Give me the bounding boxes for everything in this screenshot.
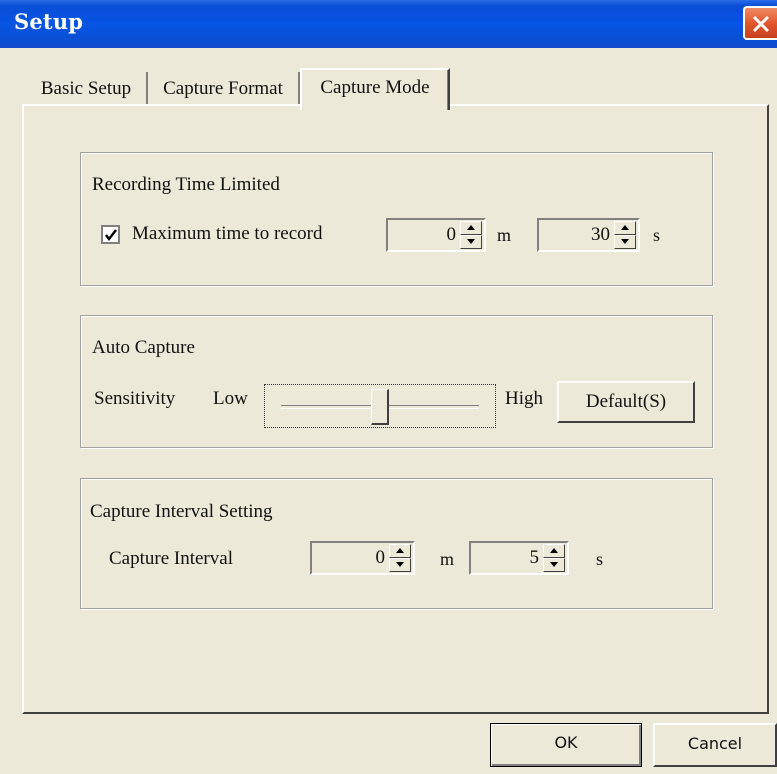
tab-capture-format[interactable]: Capture Format [148,72,300,106]
record-seconds-spinner[interactable]: 30 [537,218,640,252]
close-x-icon [752,15,770,33]
cancel-button[interactable]: Cancel [653,723,777,767]
default-button-label: Default(S) [585,391,667,412]
arrow-up-icon [621,225,629,230]
checkmark-icon [105,229,117,241]
capture-interval-group-label: Capture Interval Setting [90,501,273,522]
max-time-checkbox[interactable] [101,225,120,244]
tab-capture-mode[interactable]: Capture Mode [300,68,450,110]
title-bar: Setup [0,0,777,48]
sensitivity-label: Sensitivity [94,388,176,409]
sensitivity-slider[interactable] [264,384,496,428]
close-button[interactable] [743,6,777,40]
setup-dialog: Setup Basic Setup Capture Format Capture… [0,0,777,774]
interval-minutes-spinner[interactable]: 0 [310,541,415,575]
record-seconds-unit: s [653,225,661,245]
arrow-down-icon [396,562,404,567]
interval-minutes-unit: m [440,549,455,569]
record-minutes-unit: m [497,225,512,245]
interval-seconds-unit: s [596,549,604,569]
arrow-down-icon [550,562,558,567]
arrow-down-icon [621,239,629,244]
record-seconds-value: 30 [591,224,610,245]
default-button[interactable]: Default(S) [557,381,695,423]
sensitivity-low-label: Low [213,388,248,409]
arrow-up-icon [396,548,404,553]
interval-seconds-spinner[interactable]: 5 [469,541,569,575]
tab-basic-setup[interactable]: Basic Setup [26,72,148,106]
interval-seconds-down[interactable] [543,558,565,572]
record-minutes-value: 0 [446,224,457,245]
record-minutes-spinner[interactable]: 0 [386,218,486,252]
arrow-up-icon [467,225,475,230]
ok-button-label: OK [554,733,578,752]
auto-capture-label: Auto Capture [92,337,195,358]
max-time-label: Maximum time to record [132,223,323,244]
arrow-up-icon [550,548,558,553]
ok-button[interactable]: OK [490,723,642,767]
cancel-button-label: Cancel [687,734,743,753]
slider-thumb[interactable] [371,389,389,425]
interval-minutes-value: 0 [375,547,386,568]
recording-group-label: Recording Time Limited [92,174,280,195]
record-minutes-up[interactable] [460,221,482,235]
interval-minutes-down[interactable] [389,558,411,572]
sensitivity-high-label: High [505,388,543,409]
record-minutes-down[interactable] [460,235,482,249]
interval-seconds-value: 5 [529,547,540,568]
interval-minutes-up[interactable] [389,544,411,558]
window-title: Setup [14,9,84,34]
interval-seconds-up[interactable] [543,544,565,558]
record-seconds-down[interactable] [614,235,636,249]
record-seconds-up[interactable] [614,221,636,235]
capture-interval-label: Capture Interval [109,548,233,569]
arrow-down-icon [467,239,475,244]
